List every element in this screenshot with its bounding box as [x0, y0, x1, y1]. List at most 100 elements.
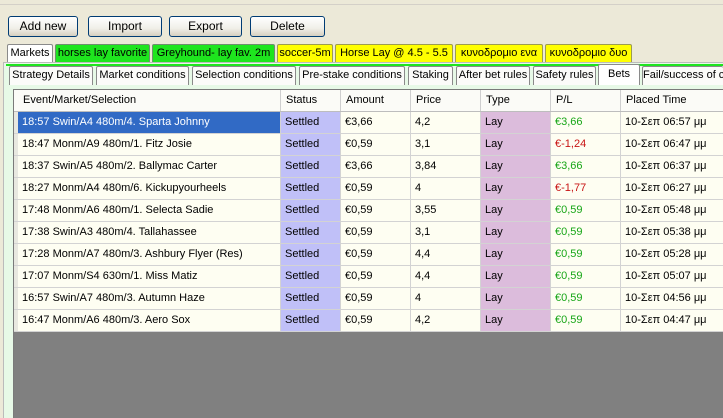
cell-type[interactable]: Lay — [481, 156, 551, 178]
add-new-button[interactable]: Add new — [8, 16, 78, 37]
cell-event[interactable]: 18:37 Swin/A5 480m/2. Ballymac Carter — [18, 156, 281, 178]
bets-grid[interactable]: Event/Market/Selection Status Amount Pri… — [13, 89, 723, 418]
table-row[interactable]: 16:57 Swin/A7 480m/3. Autumn Haze Settled… — [14, 288, 723, 310]
tab-horses-lay-favorite[interactable]: horses lay favorite — [55, 44, 150, 63]
cell-event[interactable]: 17:38 Swin/A3 480m/4. Tallahassee — [18, 222, 281, 244]
tab-greyhound-lay-fav[interactable]: Greyhound- lay fav. 2m — [152, 44, 275, 63]
cell-price[interactable]: 4,2 — [411, 310, 481, 332]
cell-placed-time[interactable]: 10-Σεπ 06:47 μμ — [621, 134, 723, 156]
cell-event[interactable]: 17:48 Monm/A6 480m/1. Selecta Sadie — [18, 200, 281, 222]
cell-pl[interactable]: €0,59 — [551, 244, 621, 266]
table-row[interactable]: 17:48 Monm/A6 480m/1. Selecta Sadie Settl… — [14, 200, 723, 222]
table-row[interactable]: 17:28 Monm/A7 480m/3. Ashbury Flyer (Res… — [14, 244, 723, 266]
cell-type[interactable]: Lay — [481, 244, 551, 266]
column-header-event[interactable]: Event/Market/Selection — [18, 90, 281, 111]
cell-status[interactable]: Settled — [281, 266, 341, 288]
cell-pl[interactable]: €-1,24 — [551, 134, 621, 156]
cell-amount[interactable]: €0,59 — [341, 288, 411, 310]
cell-amount[interactable]: €0,59 — [341, 244, 411, 266]
cell-status[interactable]: Settled — [281, 288, 341, 310]
cell-status[interactable]: Settled — [281, 310, 341, 332]
tab-after-bet-rules[interactable]: After bet rules — [456, 66, 530, 85]
cell-status[interactable]: Settled — [281, 244, 341, 266]
cell-status[interactable]: Settled — [281, 156, 341, 178]
column-header-pl[interactable]: P/L — [551, 90, 621, 111]
tab-kynodromio-dyo[interactable]: κυνοδρομιο δυο — [545, 44, 632, 63]
cell-placed-time[interactable]: 10-Σεπ 06:27 μμ — [621, 178, 723, 200]
cell-price[interactable]: 4,4 — [411, 244, 481, 266]
cell-pl[interactable]: €0,59 — [551, 266, 621, 288]
export-button[interactable]: Export — [169, 16, 242, 37]
cell-status[interactable]: Settled — [281, 200, 341, 222]
cell-placed-time[interactable]: 10-Σεπ 05:48 μμ — [621, 200, 723, 222]
cell-pl[interactable]: €-1,77 — [551, 178, 621, 200]
tab-pre-stake-conditions[interactable]: Pre-stake conditions — [299, 66, 405, 85]
cell-event[interactable]: 18:27 Monm/A4 480m/6. Kickupyourheels — [18, 178, 281, 200]
tab-bets[interactable]: Bets — [598, 64, 640, 85]
cell-placed-time[interactable]: 10-Σεπ 04:47 μμ — [621, 310, 723, 332]
cell-price[interactable]: 3,1 — [411, 222, 481, 244]
cell-placed-time[interactable]: 10-Σεπ 05:38 μμ — [621, 222, 723, 244]
table-row[interactable]: 17:38 Swin/A3 480m/4. Tallahassee Settled… — [14, 222, 723, 244]
tab-horse-lay[interactable]: Horse Lay @ 4.5 - 5.5 — [335, 44, 453, 63]
cell-placed-time[interactable]: 10-Σεπ 04:56 μμ — [621, 288, 723, 310]
cell-event[interactable]: 17:07 Monm/S4 630m/1. Miss Matiz — [18, 266, 281, 288]
cell-amount[interactable]: €0,59 — [341, 266, 411, 288]
cell-amount[interactable]: €0,59 — [341, 134, 411, 156]
cell-placed-time[interactable]: 10-Σεπ 06:37 μμ — [621, 156, 723, 178]
cell-amount[interactable]: €3,66 — [341, 156, 411, 178]
cell-type[interactable]: Lay — [481, 266, 551, 288]
cell-event[interactable]: 16:57 Swin/A7 480m/3. Autumn Haze — [18, 288, 281, 310]
cell-status[interactable]: Settled — [281, 134, 341, 156]
column-header-amount[interactable]: Amount — [341, 90, 411, 111]
tab-strategy-details[interactable]: Strategy Details — [9, 66, 93, 85]
table-row[interactable]: 18:27 Monm/A4 480m/6. Kickupyourheels Set… — [14, 178, 723, 200]
column-header-placed-time[interactable]: Placed Time — [621, 90, 723, 111]
cell-type[interactable]: Lay — [481, 134, 551, 156]
delete-button[interactable]: Delete — [250, 16, 325, 37]
cell-type[interactable]: Lay — [481, 200, 551, 222]
cell-price[interactable]: 4 — [411, 288, 481, 310]
cell-placed-time[interactable]: 10-Σεπ 06:57 μμ — [621, 112, 723, 134]
table-row[interactable]: 18:47 Monm/A9 480m/1. Fitz Josie Settled €… — [14, 134, 723, 156]
cell-pl[interactable]: €3,66 — [551, 156, 621, 178]
cell-status[interactable]: Settled — [281, 178, 341, 200]
table-row[interactable]: 16:47 Monm/A6 480m/3. Aero Sox Settled €0,… — [14, 310, 723, 332]
cell-amount[interactable]: €0,59 — [341, 178, 411, 200]
column-header-price[interactable]: Price — [411, 90, 481, 111]
column-header-type[interactable]: Type — [481, 90, 551, 111]
tab-kynodromio-ena[interactable]: κυνοδρομιο ενα — [455, 44, 543, 63]
cell-price[interactable]: 3,55 — [411, 200, 481, 222]
tab-fail-success[interactable]: Fail/success of c — [642, 66, 723, 85]
cell-pl[interactable]: €0,59 — [551, 310, 621, 332]
import-button[interactable]: Import — [88, 16, 162, 37]
tab-staking[interactable]: Staking — [408, 66, 453, 85]
cell-amount[interactable]: €0,59 — [341, 310, 411, 332]
cell-status[interactable]: Settled — [281, 112, 341, 134]
cell-pl[interactable]: €0,59 — [551, 222, 621, 244]
cell-pl[interactable]: €3,66 — [551, 112, 621, 134]
cell-type[interactable]: Lay — [481, 112, 551, 134]
cell-placed-time[interactable]: 10-Σεπ 05:28 μμ — [621, 244, 723, 266]
cell-event[interactable]: 17:28 Monm/A7 480m/3. Ashbury Flyer (Res… — [18, 244, 281, 266]
cell-pl[interactable]: €0,59 — [551, 288, 621, 310]
tab-market-conditions[interactable]: Market conditions — [96, 66, 189, 85]
cell-pl[interactable]: €0,59 — [551, 200, 621, 222]
cell-event[interactable]: 18:47 Monm/A9 480m/1. Fitz Josie — [18, 134, 281, 156]
tab-markets[interactable]: Markets — [7, 44, 53, 63]
cell-price[interactable]: 3,84 — [411, 156, 481, 178]
cell-type[interactable]: Lay — [481, 222, 551, 244]
cell-amount[interactable]: €3,66 — [341, 112, 411, 134]
cell-event[interactable]: 18:57 Swin/A4 480m/4. Sparta Johnny — [18, 112, 281, 134]
cell-amount[interactable]: €0,59 — [341, 200, 411, 222]
cell-price[interactable]: 4,4 — [411, 266, 481, 288]
table-row[interactable]: 18:57 Swin/A4 480m/4. Sparta Johnny Settl… — [14, 112, 723, 134]
cell-event[interactable]: 16:47 Monm/A6 480m/3. Aero Sox — [18, 310, 281, 332]
cell-type[interactable]: Lay — [481, 288, 551, 310]
column-header-status[interactable]: Status — [281, 90, 341, 111]
cell-price[interactable]: 4,2 — [411, 112, 481, 134]
cell-amount[interactable]: €0,59 — [341, 222, 411, 244]
tab-safety-rules[interactable]: Safety rules — [533, 66, 596, 85]
table-row[interactable]: 17:07 Monm/S4 630m/1. Miss Matiz Settled €… — [14, 266, 723, 288]
cell-price[interactable]: 3,1 — [411, 134, 481, 156]
